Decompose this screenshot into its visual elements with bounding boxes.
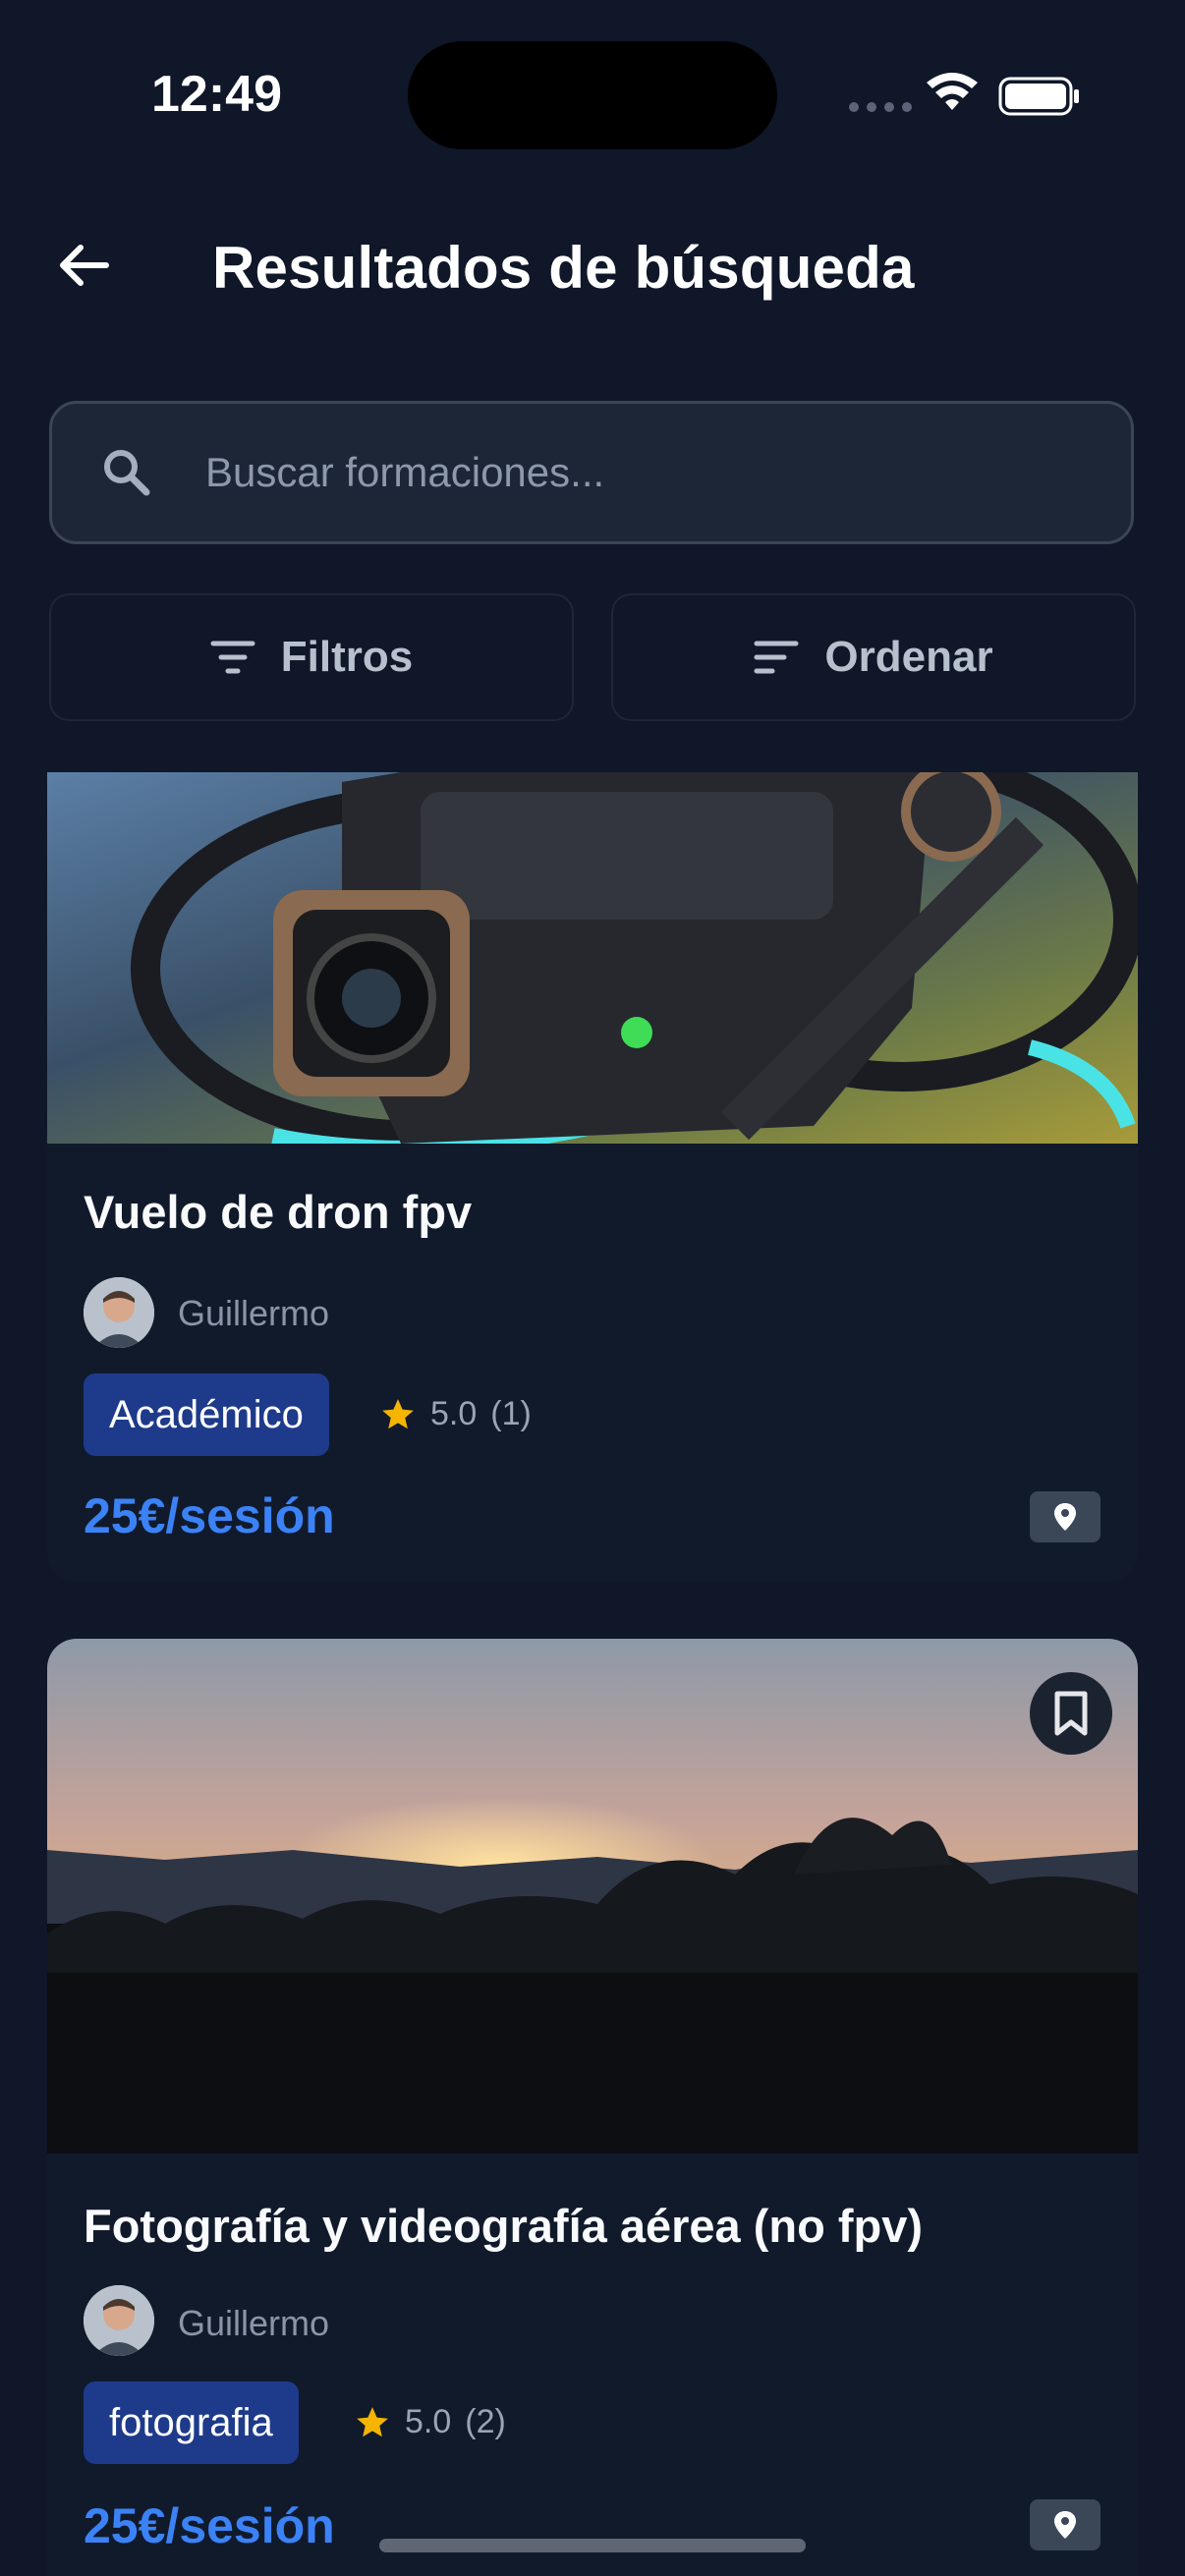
avatar: [84, 1277, 154, 1348]
bookmark-button[interactable]: [1030, 1672, 1112, 1755]
course-card[interactable]: Fotografía y videografía aérea (no fpv) …: [47, 1639, 1138, 2576]
sort-button[interactable]: Ordenar: [611, 593, 1136, 721]
sort-label: Ordenar: [824, 633, 993, 681]
rating-value: 5.0: [405, 2403, 452, 2440]
page-title: Resultados de búsqueda: [212, 235, 915, 301]
filter-icon: [210, 641, 255, 674]
course-card[interactable]: Vuelo de dron fpv Guillermo Académico 5.…: [47, 772, 1138, 1582]
wifi-icon: [927, 73, 978, 110]
search-icon: [104, 450, 150, 496]
dynamic-island: [408, 41, 777, 149]
sort-icon: [754, 641, 799, 674]
star-icon: [382, 1398, 414, 1428]
location-button[interactable]: [1030, 1491, 1100, 1542]
course-image: [47, 772, 1138, 1144]
search-input[interactable]: [205, 404, 1090, 541]
header: Resultados de búsqueda: [0, 206, 1185, 324]
rating: 5.0 (2): [354, 2403, 506, 2441]
filters-button[interactable]: Filtros: [49, 593, 574, 721]
avatar: [84, 2285, 154, 2356]
search-bar[interactable]: [49, 401, 1134, 544]
category-tag: Académico: [84, 1373, 329, 1456]
star-icon: [357, 2406, 388, 2436]
course-image: [47, 1639, 1138, 2154]
course-title: Fotografía y videografía aérea (no fpv): [84, 2200, 924, 2252]
rating: 5.0 (1): [379, 1395, 532, 1433]
status-bar: 12:49: [0, 0, 1185, 196]
location-pin-icon: [1054, 1503, 1076, 1531]
review-count: (2): [465, 2403, 506, 2440]
course-title: Vuelo de dron fpv: [84, 1186, 473, 1238]
review-count: (1): [490, 1395, 532, 1432]
bookmark-icon: [1054, 1691, 1088, 1736]
back-button[interactable]: [49, 232, 116, 299]
cellular-signal-icon: [849, 102, 912, 112]
course-price: 25€/sesión: [84, 1488, 335, 1543]
battery-icon: [998, 77, 1079, 116]
arrow-left-icon: [60, 245, 109, 286]
location-pin-icon: [1054, 2511, 1076, 2539]
home-indicator[interactable]: [379, 2539, 806, 2552]
filters-label: Filtros: [280, 633, 414, 681]
status-time: 12:49: [151, 66, 282, 123]
category-tag: fotografia: [84, 2381, 299, 2464]
instructor-name: Guillermo: [178, 2303, 330, 2343]
rating-value: 5.0: [430, 1395, 478, 1432]
course-price: 25€/sesión: [84, 2498, 335, 2553]
location-button[interactable]: [1030, 2499, 1100, 2550]
instructor-name: Guillermo: [178, 1293, 330, 1333]
